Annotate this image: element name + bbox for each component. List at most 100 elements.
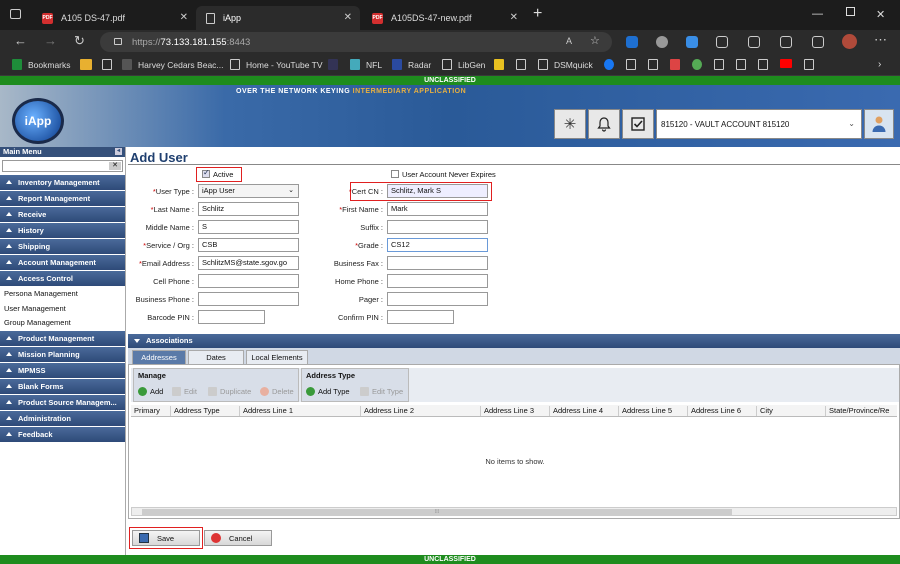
bookmark-star[interactable] (328, 59, 344, 70)
new-tab-button[interactable]: + (533, 5, 542, 23)
barcode-pin-input[interactable] (198, 310, 265, 324)
column-address-line-6[interactable]: Address Line 6 (687, 406, 741, 416)
tasks-button[interactable] (622, 109, 654, 139)
never-expires-checkbox[interactable] (391, 170, 399, 178)
bookmark-page3[interactable]: DSMquick (538, 59, 593, 70)
add-type-button[interactable]: Add Type (306, 387, 350, 396)
bookmark-page2[interactable] (516, 59, 532, 70)
user-profile-button[interactable] (864, 109, 894, 139)
close-window-icon[interactable]: ✕ (876, 8, 885, 21)
edit-button[interactable]: Edit (172, 387, 197, 396)
bookmark-gmail[interactable] (670, 59, 686, 70)
bookmark-harvey-cedars[interactable]: Harvey Cedars Beac... (122, 59, 224, 70)
save-button[interactable]: Save (132, 530, 200, 546)
column-address-line-3[interactable]: Address Line 3 (480, 406, 534, 416)
bookmark-facebook[interactable] (604, 59, 620, 70)
column-address-line-4[interactable]: Address Line 4 (549, 406, 603, 416)
suffix-input[interactable] (387, 220, 488, 234)
tab-iapp[interactable]: iApp ✕ (196, 6, 360, 30)
bookmark-folder[interactable] (80, 59, 98, 70)
add-button[interactable]: Add (138, 387, 163, 396)
column-address-type[interactable]: Address Type (170, 406, 220, 416)
tab-a105-new-pdf[interactable]: PDF A105DS-47-new.pdf ✕ (362, 6, 526, 30)
first-name-input[interactable]: Mark (387, 202, 488, 216)
column-primary[interactable]: Primary (131, 406, 160, 416)
menu-feedback[interactable]: Feedback (0, 426, 125, 443)
profile-avatar[interactable] (842, 34, 857, 49)
bookmark-page5[interactable] (648, 59, 664, 70)
tab-dates[interactable]: Dates (188, 350, 244, 364)
collapse-menu-icon[interactable]: ◂ (115, 148, 122, 155)
bookmark-libgen[interactable]: LibGen (442, 59, 485, 70)
menu-blank-forms[interactable]: Blank Forms (0, 378, 125, 395)
menu-product-source-management[interactable]: Product Source Managem... (0, 394, 125, 411)
loading-button[interactable]: ✳ (554, 109, 586, 139)
associations-header[interactable]: Associations (128, 334, 900, 348)
bookmark-page6[interactable] (714, 59, 730, 70)
url-bar[interactable]: https:// 73.133.181.155 :8443 A ☆ (100, 32, 612, 52)
home-phone-input[interactable] (387, 274, 488, 288)
extension-outlook-icon[interactable] (626, 36, 638, 48)
bookmark-youtube-tv[interactable]: Home - YouTube TV (230, 59, 323, 70)
notifications-button[interactable] (588, 109, 620, 139)
maximize-icon[interactable] (846, 7, 855, 16)
extension-bitwarden-icon[interactable] (686, 36, 698, 48)
more-menu-icon[interactable]: ⋯ (874, 33, 887, 47)
pager-input[interactable] (387, 292, 488, 306)
bookmark-page[interactable] (102, 59, 118, 70)
bookmark-page7[interactable] (736, 59, 752, 70)
close-tab-icon[interactable]: ✕ (510, 12, 518, 23)
menu-mission-planning[interactable]: Mission Planning (0, 346, 125, 363)
menu-administration[interactable]: Administration (0, 410, 125, 427)
bookmark-yellow[interactable] (494, 59, 510, 70)
minimize-icon[interactable]: — (812, 8, 823, 20)
bookmark-page4[interactable] (626, 59, 642, 70)
account-select[interactable]: 815120 - VAULT ACCOUNT 815120 ⌄ (656, 109, 862, 139)
back-icon[interactable]: ← (14, 34, 27, 48)
refresh-icon[interactable]: ↻ (74, 34, 85, 48)
bookmarks-overflow-icon[interactable]: › (878, 59, 881, 70)
downloads-icon[interactable] (812, 36, 824, 48)
read-aloud-icon[interactable]: A (566, 36, 572, 46)
menu-mpmss[interactable]: MPMSS (0, 362, 125, 379)
delete-button[interactable]: Delete (260, 387, 294, 396)
bookmark-radar[interactable]: Radar (392, 59, 431, 70)
edit-type-button[interactable]: Edit Type (360, 387, 403, 396)
bookmark-youtube[interactable] (780, 59, 798, 68)
confirm-pin-input[interactable] (387, 310, 454, 324)
cert-cn-input[interactable]: Schlitz, Mark S (387, 184, 488, 198)
grid-horizontal-scrollbar[interactable]: ⁞⁞⁞ (131, 507, 897, 516)
tab-local-elements[interactable]: Local Elements (246, 350, 308, 364)
bookmark-green[interactable] (692, 59, 708, 70)
cancel-button[interactable]: Cancel (204, 530, 272, 546)
grade-input[interactable]: CS12 (387, 238, 488, 252)
scrollbar-thumb[interactable]: ⁞⁞⁞ (142, 509, 732, 515)
business-fax-input[interactable] (387, 256, 488, 270)
favorite-star-icon[interactable]: ☆ (590, 34, 600, 47)
forward-icon[interactable]: → (44, 34, 57, 48)
bookmark-bookmarks[interactable]: Bookmarks (12, 59, 71, 70)
column-address-line-2[interactable]: Address Line 2 (360, 406, 414, 416)
clear-search-icon[interactable]: ✕ (109, 162, 121, 170)
menu-product-management[interactable]: Product Management (0, 330, 125, 347)
menu-search-input[interactable]: ✕ (2, 160, 123, 172)
column-city[interactable]: City (756, 406, 773, 416)
close-tab-icon[interactable]: ✕ (180, 12, 188, 23)
collections-icon[interactable] (780, 36, 792, 48)
cert-cn-label-text: Cert CN : (351, 187, 383, 196)
active-checkbox[interactable]: ✓ (202, 168, 210, 178)
tab-addresses[interactable]: Addresses (132, 350, 186, 364)
close-tab-icon[interactable]: ✕ (344, 12, 352, 23)
bookmark-page8[interactable] (758, 59, 774, 70)
tab-actions-icon[interactable] (10, 9, 21, 19)
extension-gray-icon[interactable] (656, 36, 668, 48)
duplicate-button[interactable]: Duplicate (208, 387, 251, 396)
bookmark-nfl[interactable]: NFL (350, 59, 382, 70)
column-address-line-5[interactable]: Address Line 5 (618, 406, 672, 416)
favorites-icon[interactable] (748, 36, 760, 48)
tab-a105-pdf[interactable]: PDF A105 DS-47.pdf ✕ (32, 6, 196, 30)
column-state-province[interactable]: State/Province/Re (825, 406, 889, 416)
extensions-puzzle-icon[interactable] (716, 36, 728, 48)
bookmark-page9[interactable] (804, 59, 820, 70)
column-address-line-1[interactable]: Address Line 1 (239, 406, 293, 416)
